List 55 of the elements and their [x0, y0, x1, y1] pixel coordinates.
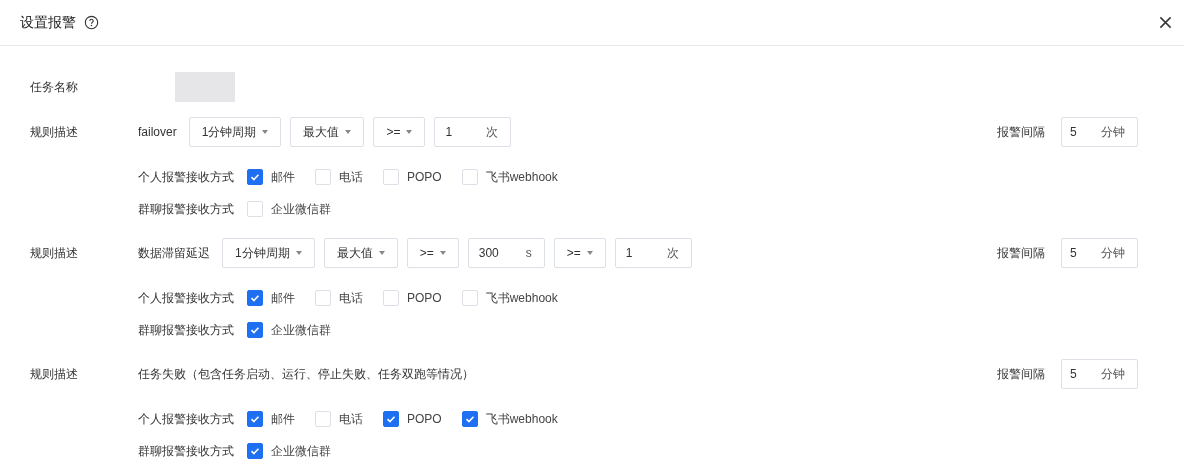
checkbox-label[interactable]: 电话 — [339, 410, 363, 428]
field-label: 任务名称 — [30, 78, 79, 96]
option-label: 群聊报警接收方式 — [138, 442, 235, 460]
checkbox-label[interactable]: 飞书webhook — [485, 168, 558, 186]
checkbox-label[interactable]: 企业微信群 — [271, 200, 331, 218]
checkbox-label[interactable]: 飞书webhook — [485, 410, 558, 428]
option-label: 个人报警接收方式 — [138, 168, 235, 186]
field-label: 报警间隔 — [997, 123, 1045, 141]
option-label: 群聊报警接收方式 — [138, 321, 235, 339]
dropdown[interactable]: >= — [553, 238, 606, 268]
dialog-title: 设置报警 — [20, 13, 76, 32]
checkbox-label[interactable]: 企业微信群 — [271, 442, 331, 460]
rule-text: 数据滞留延迟 — [138, 244, 210, 262]
checkbox-label[interactable]: 邮件 — [271, 168, 295, 186]
field-label: 规则描述 — [30, 123, 79, 141]
number-field[interactable]: 300 s — [467, 238, 545, 268]
option-label: 个人报警接收方式 — [138, 289, 235, 307]
number-field[interactable]: 1 次 — [434, 117, 512, 147]
checkbox[interactable] — [247, 443, 263, 459]
rule-text: failover — [138, 125, 177, 139]
field-label: 报警间隔 — [997, 365, 1045, 383]
checkbox-label[interactable]: POPO — [407, 412, 442, 426]
interval-field[interactable]: 5 分钟 — [1061, 238, 1138, 268]
checkbox[interactable] — [247, 322, 263, 338]
field-label: 规则描述 — [30, 365, 79, 383]
rule-text: 任务失败（包含任务启动、运行、停止失败、任务双跑等情况） — [138, 365, 474, 383]
close-icon[interactable] — [1159, 16, 1172, 29]
checkbox-label[interactable]: POPO — [407, 170, 442, 184]
dropdown[interactable]: 1分钟周期 — [188, 117, 282, 147]
dropdown[interactable]: 1分钟周期 — [222, 238, 315, 268]
checkbox-label[interactable]: 企业微信群 — [271, 321, 331, 339]
dropdown[interactable]: 最大值 — [290, 117, 365, 147]
interval-field[interactable]: 5 分钟 — [1061, 117, 1138, 147]
checkbox-label[interactable]: 邮件 — [271, 289, 295, 307]
dropdown[interactable]: 最大值 — [323, 238, 398, 268]
checkbox-label[interactable]: POPO — [407, 291, 442, 305]
checkbox-label[interactable]: 电话 — [339, 289, 363, 307]
checkbox-label[interactable]: 飞书webhook — [485, 289, 558, 307]
checkbox[interactable] — [247, 290, 263, 306]
field-label: 报警间隔 — [997, 244, 1045, 262]
checkbox[interactable] — [383, 411, 399, 427]
checkbox[interactable] — [461, 411, 478, 427]
dropdown[interactable]: >= — [373, 117, 426, 147]
number-field[interactable]: 1 次 — [614, 238, 692, 268]
checkbox[interactable] — [247, 411, 263, 427]
dropdown[interactable]: >= — [406, 238, 459, 268]
checkbox-label[interactable]: 邮件 — [271, 410, 295, 428]
option-label: 个人报警接收方式 — [138, 410, 235, 428]
checkbox-label[interactable]: 电话 — [339, 168, 363, 186]
help-icon[interactable] — [84, 15, 99, 30]
field-label: 规则描述 — [30, 244, 79, 262]
redacted-block — [175, 72, 235, 102]
checkbox[interactable] — [247, 169, 263, 185]
interval-field[interactable]: 5 分钟 — [1061, 359, 1138, 389]
option-label: 群聊报警接收方式 — [138, 200, 235, 218]
